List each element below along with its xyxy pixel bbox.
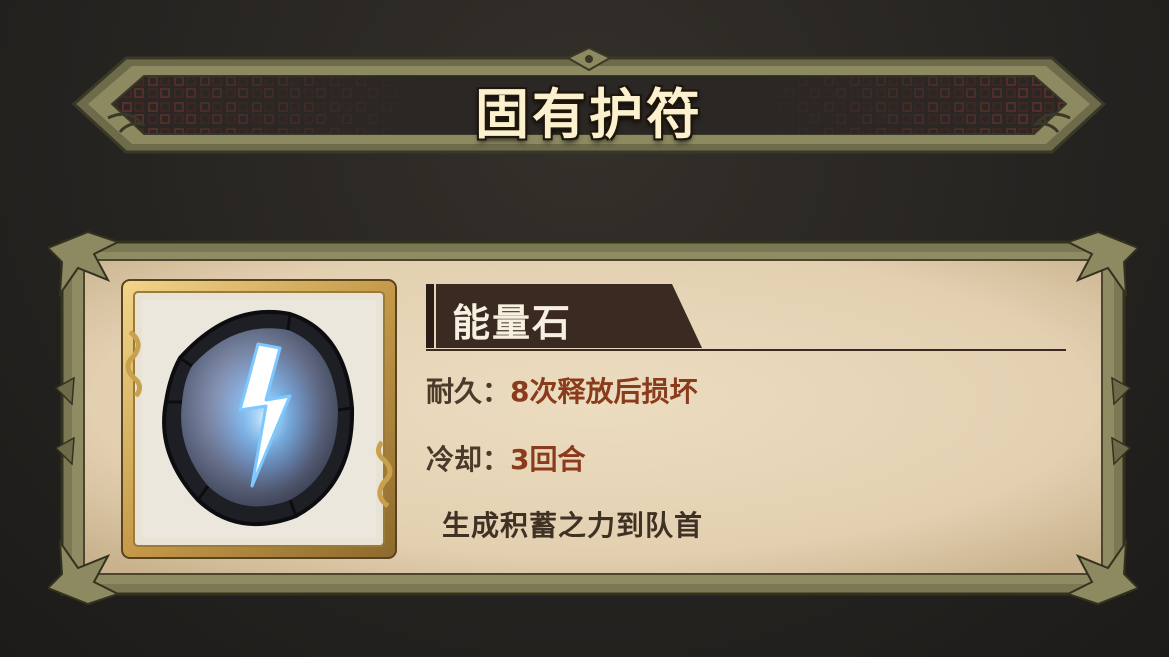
durability-label: 耐久： — [426, 375, 511, 408]
cooldown-value: 3回合 — [510, 443, 586, 476]
amulet-card[interactable]: 能量石 耐久：8次释放后损坏 冷却：3回合 生成积蓄之力到队首 — [48, 228, 1138, 608]
portrait-frame — [121, 279, 397, 559]
amulet-portrait[interactable] — [120, 278, 398, 560]
title-banner: 固有护符 — [68, 48, 1110, 160]
screen-title: 固有护符 — [475, 83, 703, 146]
item-name-plate: 能量石 — [426, 284, 1066, 354]
effect-description: 生成积蓄之力到队首 — [442, 509, 704, 542]
durability-row: 耐久：8次释放后损坏 — [426, 370, 698, 410]
cooldown-row: 冷却：3回合 — [426, 438, 586, 478]
cooldown-label: 冷却： — [426, 443, 511, 476]
amulet-screen: 固有护符 能量石 耐久：8次释放后损坏 冷却：3回合 生成积蓄之力到队首 — [0, 0, 1169, 657]
item-name: 能量石 — [452, 301, 573, 345]
durability-value: 8次释放后损坏 — [510, 375, 698, 408]
